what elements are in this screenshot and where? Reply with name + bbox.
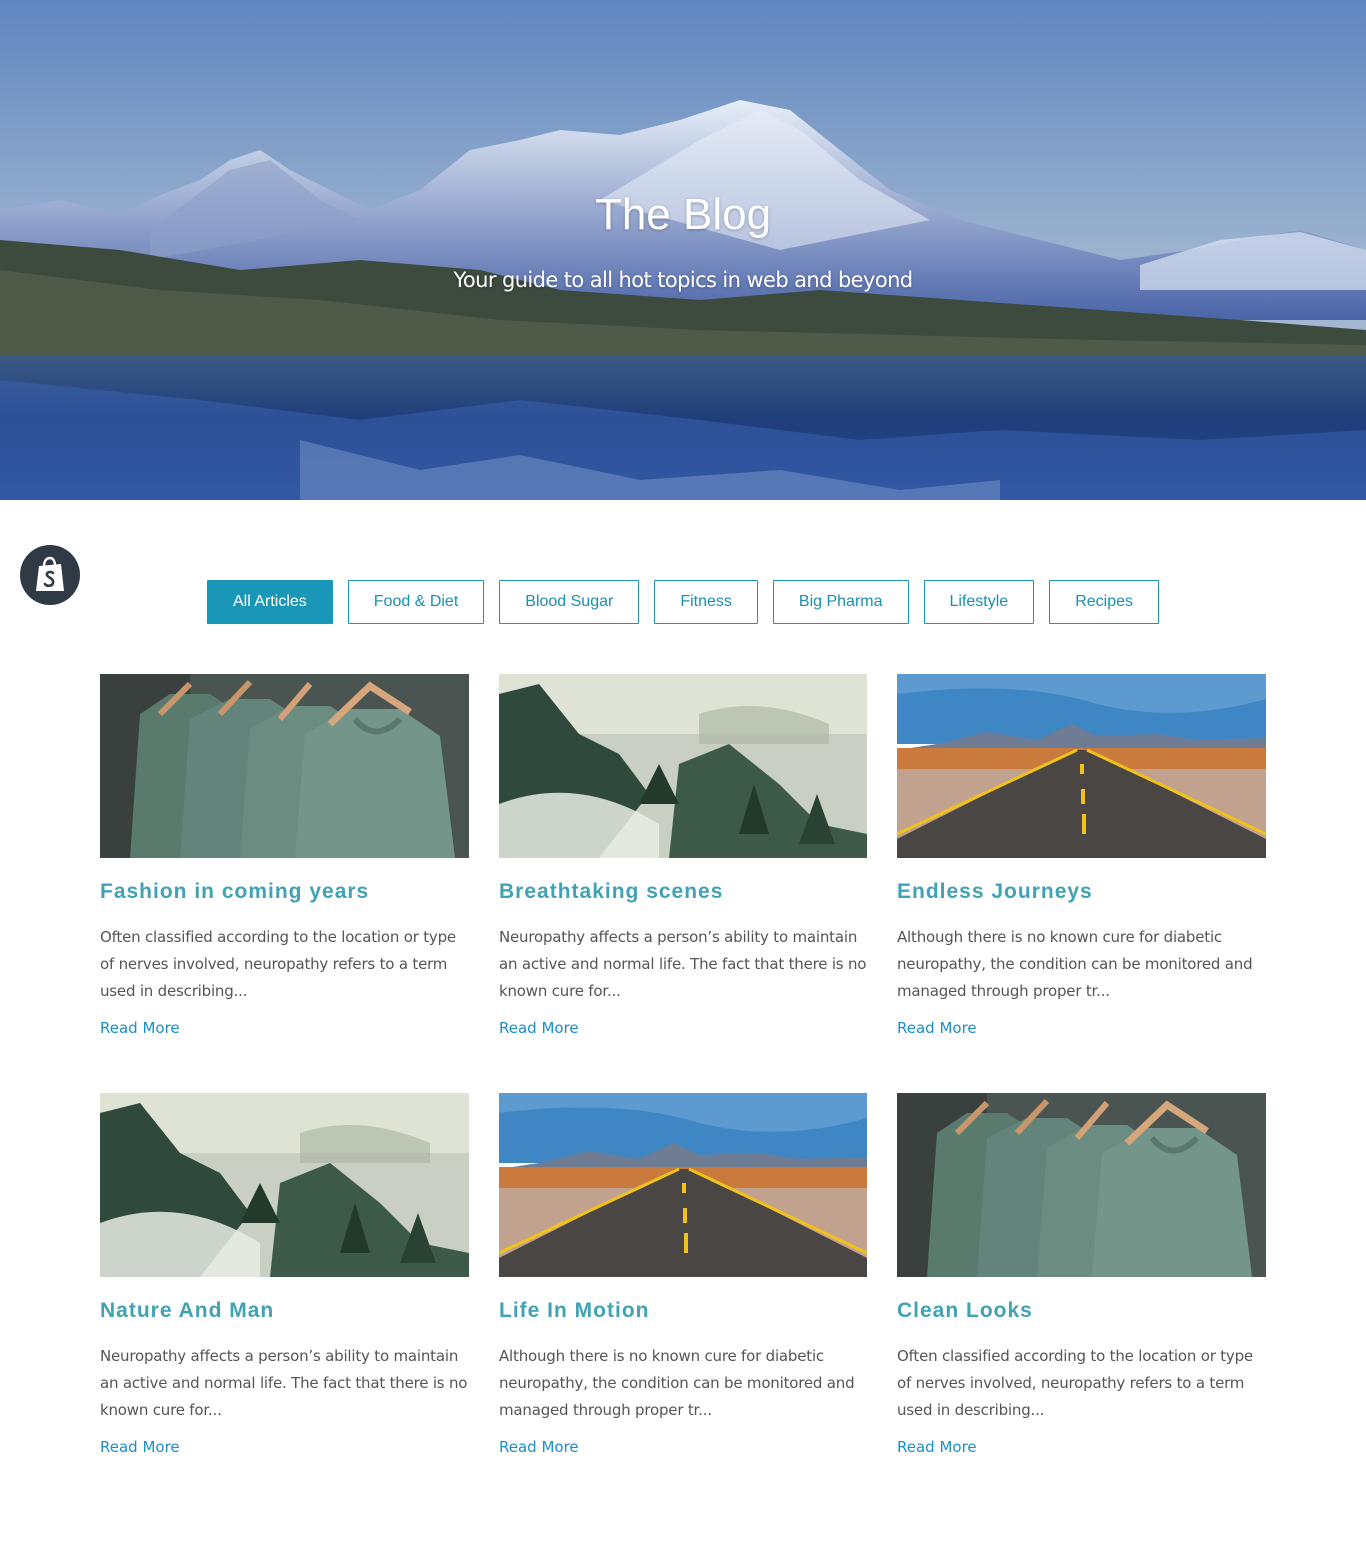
article-title[interactable]: Life In Motion bbox=[499, 1299, 867, 1323]
read-more-link[interactable]: Read More bbox=[100, 1019, 180, 1037]
filter-blood-sugar[interactable]: Blood Sugar bbox=[499, 580, 640, 624]
filter-fitness[interactable]: Fitness bbox=[654, 580, 758, 624]
page-title: The Blog bbox=[594, 190, 772, 239]
page-subtitle: Your guide to all hot topics in web and … bbox=[453, 268, 913, 292]
article-title[interactable]: Breathtaking scenes bbox=[499, 880, 867, 904]
read-more-link[interactable]: Read More bbox=[100, 1438, 180, 1456]
article-excerpt: Neuropathy affects a person’s ability to… bbox=[100, 1347, 468, 1419]
read-more-link[interactable]: Read More bbox=[897, 1019, 977, 1037]
filter-recipes[interactable]: Recipes bbox=[1049, 580, 1160, 624]
article-excerpt: Often classified according to the locati… bbox=[100, 928, 456, 1000]
hero-banner: The Blog Your guide to all hot topics in… bbox=[0, 0, 1366, 500]
article-image-road[interactable] bbox=[499, 1093, 867, 1277]
category-filters: All Articles Food & Diet Blood Sugar Fit… bbox=[0, 580, 1366, 624]
article-card: Clean Looks Often classified according t… bbox=[897, 1093, 1266, 1512]
filter-lifestyle[interactable]: Lifestyle bbox=[923, 580, 1035, 624]
read-more-link[interactable]: Read More bbox=[897, 1438, 977, 1456]
article-card: Endless Journeys Although there is no kn… bbox=[897, 674, 1266, 1093]
read-more-link[interactable]: Read More bbox=[499, 1019, 579, 1037]
filter-all-articles[interactable]: All Articles bbox=[206, 580, 333, 624]
article-image-shirts[interactable] bbox=[100, 674, 469, 858]
article-card: Breathtaking scenes Neuropathy affects a… bbox=[499, 674, 867, 1093]
article-excerpt: Although there is no known cure for diab… bbox=[897, 928, 1253, 1000]
article-title[interactable]: Nature And Man bbox=[100, 1299, 469, 1323]
filter-food-diet[interactable]: Food & Diet bbox=[347, 580, 485, 624]
article-grid: Fashion in coming years Often classified… bbox=[100, 674, 1266, 1512]
filter-big-pharma[interactable]: Big Pharma bbox=[772, 580, 909, 624]
article-card: Fashion in coming years Often classified… bbox=[100, 674, 469, 1093]
article-excerpt: Often classified according to the locati… bbox=[897, 1347, 1253, 1419]
article-excerpt: Neuropathy affects a person’s ability to… bbox=[499, 928, 867, 1000]
article-excerpt: Although there is no known cure for diab… bbox=[499, 1347, 855, 1419]
article-title[interactable]: Endless Journeys bbox=[897, 880, 1266, 904]
article-card: Life In Motion Although there is no know… bbox=[499, 1093, 867, 1512]
article-image-forest[interactable] bbox=[100, 1093, 469, 1277]
hero-mountain-image bbox=[0, 0, 1366, 500]
article-image-shirts[interactable] bbox=[897, 1093, 1266, 1277]
article-image-road[interactable] bbox=[897, 674, 1266, 858]
article-card: Nature And Man Neuropathy affects a pers… bbox=[100, 1093, 469, 1512]
article-title[interactable]: Fashion in coming years bbox=[100, 880, 469, 904]
article-title[interactable]: Clean Looks bbox=[897, 1299, 1266, 1323]
article-image-forest[interactable] bbox=[499, 674, 867, 858]
read-more-link[interactable]: Read More bbox=[499, 1438, 579, 1456]
